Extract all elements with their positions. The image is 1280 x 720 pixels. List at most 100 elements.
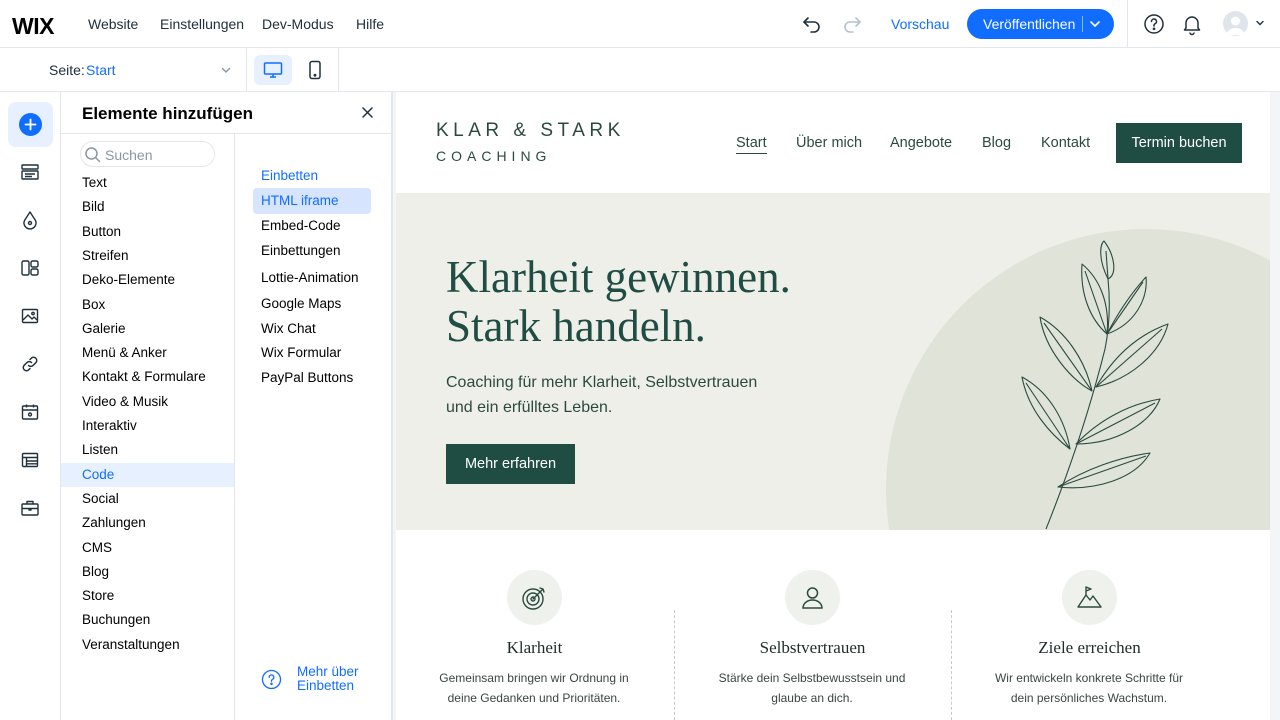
embed-item[interactable]: Embed-Code bbox=[253, 213, 371, 239]
paint-drop-icon bbox=[23, 211, 37, 230]
embed-item[interactable]: Wix Formular bbox=[253, 340, 371, 366]
plus-icon bbox=[19, 113, 42, 136]
site-logo-line2[interactable]: COACHING bbox=[436, 148, 551, 164]
redo-icon[interactable] bbox=[840, 12, 864, 36]
chevron-down-icon[interactable] bbox=[1088, 17, 1102, 31]
category-item[interactable]: Bild bbox=[61, 195, 234, 219]
category-item[interactable]: Button bbox=[61, 220, 234, 244]
feature-text: Gemeinsam bringen wir Ordnung in deine G… bbox=[439, 671, 629, 705]
desktop-view-button[interactable] bbox=[254, 55, 292, 85]
design-button[interactable] bbox=[8, 198, 53, 243]
nav-about[interactable]: Über mich bbox=[796, 135, 862, 151]
category-item[interactable]: Store bbox=[61, 584, 234, 608]
embed-item[interactable]: Google Maps bbox=[253, 291, 371, 317]
bookings-button[interactable] bbox=[8, 390, 53, 435]
undo-icon[interactable] bbox=[800, 12, 824, 36]
add-elements-button[interactable] bbox=[8, 102, 53, 147]
wix-logo[interactable]: WIX bbox=[12, 13, 54, 40]
category-item[interactable]: Listen bbox=[61, 438, 234, 462]
mobile-icon bbox=[309, 60, 321, 80]
nav-start[interactable]: Start bbox=[736, 135, 767, 154]
feature-title: Klarheit bbox=[506, 638, 563, 657]
search-icon bbox=[85, 147, 101, 163]
feature-card[interactable]: Klarheit Gemeinsam bringen wir Ordnung i… bbox=[396, 530, 673, 720]
publish-button[interactable]: Veröffentlichen bbox=[967, 9, 1114, 39]
mountain-flag-icon bbox=[1077, 586, 1102, 608]
category-item[interactable]: Kontakt & Formulare bbox=[61, 365, 234, 389]
page-selector[interactable]: Start bbox=[86, 62, 116, 78]
avatar[interactable] bbox=[1223, 11, 1248, 36]
publish-label: Veröffentlichen bbox=[983, 16, 1076, 32]
category-item[interactable]: Buchungen bbox=[61, 608, 234, 632]
site-logo-line1[interactable]: KLAR & STARK bbox=[436, 120, 625, 142]
business-button[interactable] bbox=[8, 486, 53, 531]
divider bbox=[234, 134, 235, 720]
target-icon bbox=[522, 587, 545, 610]
media-button[interactable] bbox=[8, 294, 53, 339]
menu-settings[interactable]: Einstellungen bbox=[160, 16, 244, 32]
category-item[interactable]: Text bbox=[61, 171, 234, 195]
sections-button[interactable] bbox=[8, 150, 53, 195]
hero-section[interactable]: Klarheit gewinnen. Stark handeln. Coachi… bbox=[396, 193, 1270, 530]
nav-contact[interactable]: Kontakt bbox=[1041, 135, 1090, 151]
bell-icon[interactable] bbox=[1180, 12, 1204, 36]
menu-dev-mode[interactable]: Dev-Modus bbox=[262, 16, 334, 32]
category-item[interactable]: Deko-Elemente bbox=[61, 268, 234, 292]
feature-icon-circle bbox=[1062, 570, 1117, 625]
category-item[interactable]: Code bbox=[61, 462, 234, 487]
feature-card[interactable]: Ziele erreichen Wir entwickeln konkrete … bbox=[951, 530, 1228, 720]
cms-button[interactable] bbox=[8, 438, 53, 483]
divider bbox=[61, 133, 393, 134]
feature-icon-circle bbox=[507, 570, 562, 625]
add-elements-panel: Elemente hinzufügen TextBildButtonStreif… bbox=[61, 92, 393, 720]
person-icon bbox=[802, 587, 823, 609]
site-header[interactable]: KLAR & STARK COACHING Start Über mich An… bbox=[396, 92, 1270, 193]
chevron-down-icon[interactable] bbox=[219, 63, 233, 77]
links-button[interactable] bbox=[8, 342, 53, 387]
category-item[interactable]: Box bbox=[61, 293, 234, 317]
category-item[interactable]: Interaktiv bbox=[61, 414, 234, 438]
embed-item[interactable]: Wix Chat bbox=[253, 316, 371, 342]
panel-title: Elemente hinzufügen bbox=[82, 104, 253, 123]
calendar-icon bbox=[21, 404, 39, 420]
embed-item[interactable]: PayPal Buttons bbox=[253, 365, 371, 391]
divider bbox=[1127, 0, 1128, 48]
nav-offers[interactable]: Angebote bbox=[890, 135, 952, 151]
book-appointment-button[interactable]: Termin buchen bbox=[1116, 123, 1242, 163]
category-item[interactable]: CMS bbox=[61, 536, 234, 560]
feature-text: Stärke dein Selbstbewusstsein und glaube… bbox=[718, 671, 906, 705]
category-item[interactable]: Streifen bbox=[61, 244, 234, 268]
embed-item[interactable]: Einbettungen bbox=[253, 238, 371, 264]
hero-title[interactable]: Klarheit gewinnen. Stark handeln. bbox=[446, 253, 886, 351]
embed-item[interactable]: HTML iframe bbox=[253, 188, 371, 214]
feature-title: Selbstvertrauen bbox=[759, 638, 866, 657]
preview-button[interactable]: Vorschau bbox=[891, 16, 949, 32]
divider bbox=[246, 48, 247, 92]
category-item[interactable]: Social bbox=[61, 487, 234, 511]
category-item[interactable]: Blog bbox=[61, 560, 234, 584]
menu-help[interactable]: Hilfe bbox=[356, 16, 384, 32]
help-icon[interactable] bbox=[1142, 12, 1166, 36]
mobile-view-button[interactable] bbox=[296, 55, 334, 85]
chevron-down-icon[interactable] bbox=[1254, 17, 1266, 29]
embed-item[interactable]: Lottie-Animation bbox=[253, 265, 371, 291]
nav-blog[interactable]: Blog bbox=[982, 135, 1011, 151]
learn-more-button[interactable]: Mehr erfahren bbox=[446, 444, 575, 484]
apps-icon bbox=[21, 260, 39, 276]
site-preview[interactable]: KLAR & STARK COACHING Start Über mich An… bbox=[396, 92, 1270, 720]
category-item[interactable]: Zahlungen bbox=[61, 511, 234, 535]
hero-text[interactable]: Coaching für mehr Klarheit, Selbstvertra… bbox=[446, 370, 776, 420]
briefcase-icon bbox=[21, 500, 39, 516]
category-item[interactable]: Veranstaltungen bbox=[61, 633, 234, 657]
category-item[interactable]: Video & Musik bbox=[61, 390, 234, 414]
menu-website[interactable]: Website bbox=[88, 16, 138, 32]
category-item[interactable]: Menü & Anker bbox=[61, 341, 234, 365]
apps-button[interactable] bbox=[8, 246, 53, 291]
editor-canvas: KLAR & STARK COACHING Start Über mich An… bbox=[393, 92, 1280, 720]
category-item[interactable]: Galerie bbox=[61, 317, 234, 341]
feature-card[interactable]: Selbstvertrauen Stärke dein Selbstbewuss… bbox=[674, 530, 951, 720]
link-icon bbox=[22, 356, 38, 372]
search-input[interactable] bbox=[105, 146, 210, 164]
close-icon[interactable] bbox=[361, 106, 374, 119]
page-label: Seite: bbox=[49, 62, 85, 78]
